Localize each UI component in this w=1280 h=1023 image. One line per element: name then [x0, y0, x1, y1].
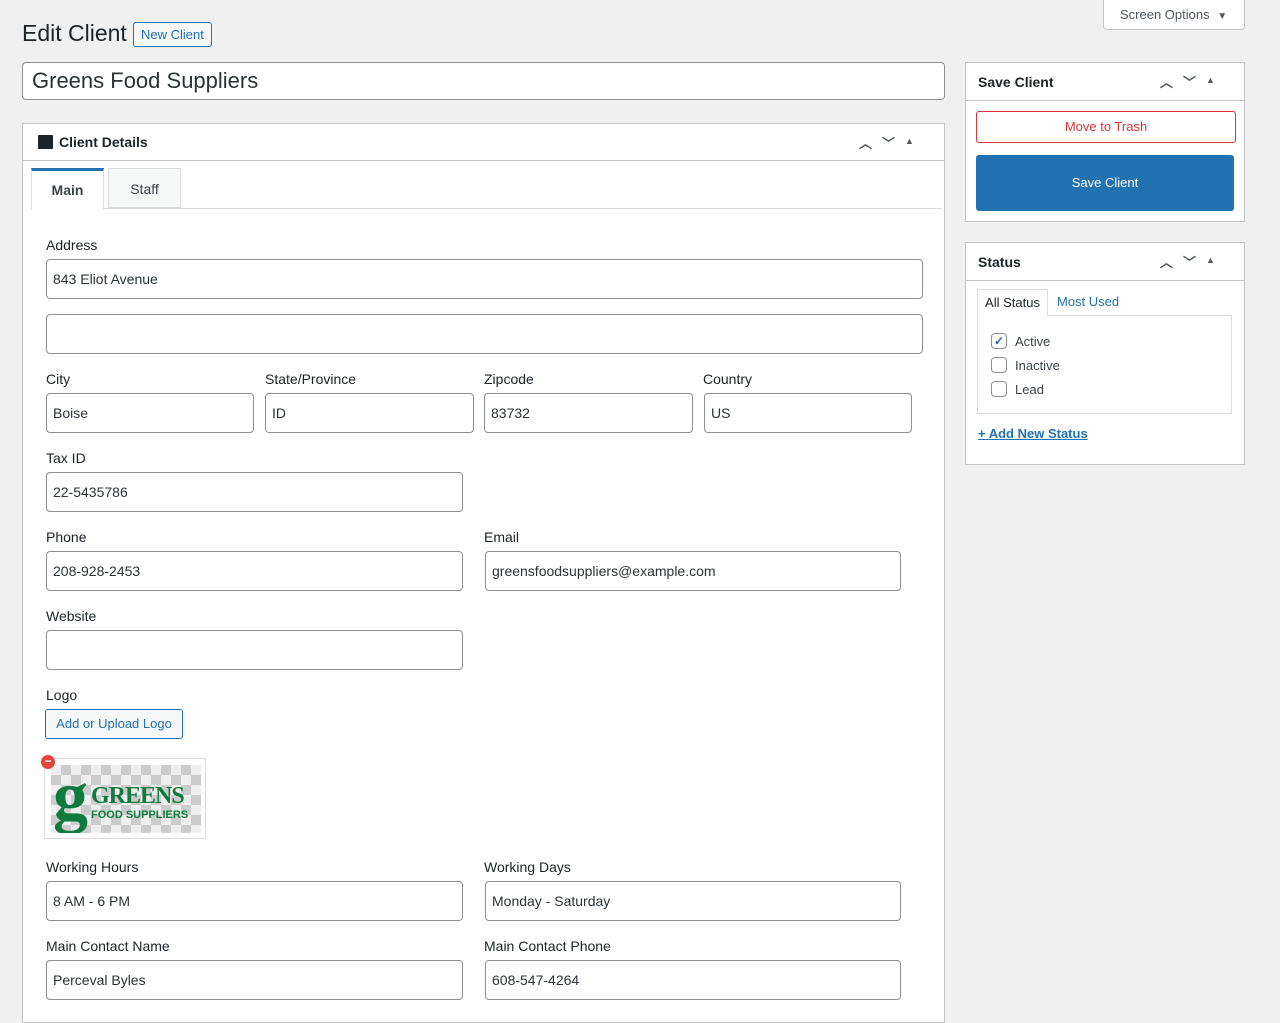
add-new-status-link[interactable]: + Add New Status [978, 426, 1088, 441]
page-title: Edit Client [22, 20, 127, 46]
move-down-icon[interactable]: ﹀ [1183, 72, 1196, 91]
state-input[interactable]: ID [265, 393, 474, 433]
city-label: City [46, 371, 71, 387]
address-label: Address [46, 237, 98, 253]
country-label: Country [703, 371, 753, 387]
status-inactive-label: Inactive [1015, 357, 1060, 373]
working-hours-label: Working Hours [46, 859, 139, 875]
address-line2-input[interactable] [46, 314, 923, 354]
taxid-label: Tax ID [46, 450, 86, 466]
zip-label: Zipcode [484, 371, 534, 387]
new-client-button[interactable]: New Client [133, 22, 212, 47]
logo-preview: g GREENS FOOD SUPPLIERS [44, 758, 206, 839]
working-hours-input[interactable]: 8 AM - 6 PM [46, 881, 463, 921]
screen-options-label: Screen Options [1120, 7, 1210, 22]
tab-main[interactable]: Main [31, 168, 104, 209]
move-up-icon[interactable]: ︿ [1160, 252, 1173, 271]
collapse-icon[interactable]: ▲ [905, 136, 914, 152]
move-down-icon[interactable]: ﹀ [882, 133, 895, 152]
website-label: Website [46, 608, 97, 624]
phone-input[interactable]: 208-928-2453 [46, 551, 463, 591]
checkbox[interactable] [991, 381, 1007, 397]
contact-phone-label: Main Contact Phone [484, 938, 611, 954]
contact-phone-input[interactable]: 608-547-4264 [485, 960, 901, 1000]
id-card-icon [38, 135, 53, 149]
client-details-title: Client Details [59, 134, 148, 150]
move-to-trash-button[interactable]: Move to Trash [976, 111, 1236, 143]
taxid-input[interactable]: 22-5435786 [46, 472, 463, 512]
caret-down-icon: ▼ [1217, 11, 1228, 22]
save-client-header: Save Client ︿ ﹀ ▲ [966, 63, 1244, 101]
contact-name-input[interactable]: Perceval Byles [46, 960, 463, 1000]
phone-label: Phone [46, 529, 87, 545]
tab-all-status[interactable]: All Status [977, 289, 1048, 316]
status-header: Status ︿ ﹀ ▲ [966, 243, 1244, 281]
website-input[interactable] [46, 630, 463, 670]
screen-options-button[interactable]: Screen Options ▼ [1103, 0, 1245, 30]
country-input[interactable]: US [704, 393, 912, 433]
status-active-label: Active [1015, 333, 1051, 349]
move-up-icon[interactable]: ︿ [859, 133, 872, 152]
status-box-title: Status [978, 254, 1021, 270]
status-lead-checkbox[interactable]: Lead [991, 381, 1044, 397]
status-inactive-checkbox[interactable]: Inactive [991, 357, 1060, 373]
zip-input[interactable]: 83732 [484, 393, 693, 433]
state-label: State/Province [265, 371, 357, 387]
checkmark-icon[interactable]: ✓ [991, 333, 1007, 349]
tab-most-used[interactable]: Most Used [1057, 294, 1119, 309]
client-details-header: Client Details ︿ ﹀ ▲ [23, 124, 944, 161]
email-label: Email [484, 529, 520, 545]
client-title-input[interactable]: Greens Food Suppliers [22, 62, 945, 100]
tab-staff[interactable]: Staff [108, 168, 181, 208]
email-input[interactable]: greensfoodsuppliers@example.com [485, 551, 901, 591]
collapse-icon[interactable]: ▲ [1206, 75, 1215, 91]
address-line1-input[interactable]: 843 Eliot Avenue [46, 259, 923, 299]
working-days-label: Working Days [484, 859, 571, 875]
collapse-icon[interactable]: ▲ [1206, 255, 1215, 271]
logo-label: Logo [46, 687, 78, 703]
save-client-button[interactable]: Save Client [976, 155, 1234, 211]
checkbox[interactable] [991, 357, 1007, 373]
contact-name-label: Main Contact Name [46, 938, 170, 954]
logo-image: g GREENS FOOD SUPPLIERS [51, 765, 201, 833]
save-client-box-title: Save Client [978, 74, 1054, 90]
move-up-icon[interactable]: ︿ [1160, 72, 1173, 91]
working-days-input[interactable]: Monday - Saturday [485, 881, 901, 921]
remove-logo-icon[interactable]: − [41, 755, 55, 769]
status-active-checkbox[interactable]: ✓ Active [991, 333, 1050, 349]
upload-logo-button[interactable]: Add or Upload Logo [45, 709, 183, 739]
city-input[interactable]: Boise [46, 393, 254, 433]
status-lead-label: Lead [1015, 381, 1044, 397]
move-down-icon[interactable]: ﹀ [1183, 252, 1196, 271]
